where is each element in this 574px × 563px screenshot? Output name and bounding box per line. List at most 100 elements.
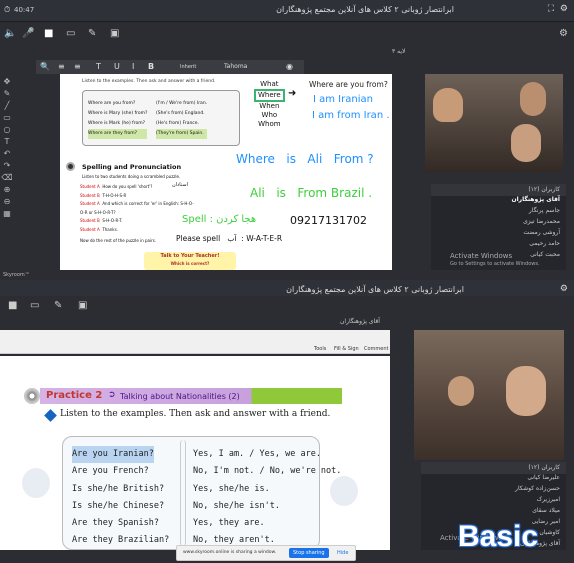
faces-left xyxy=(22,468,50,498)
fill-sign-tab[interactable]: Fill & Sign xyxy=(334,346,359,352)
redo-icon[interactable]: ↷ xyxy=(0,160,14,172)
q-row: Where are you from? xyxy=(88,101,136,106)
grid-icon[interactable]: ▦ xyxy=(0,208,14,220)
top-title-bar: ⏱ 40:47 ابرانتصار ژوبانی ۲ کلاس های آنلا… xyxy=(0,0,574,22)
pencil-icon[interactable]: ✎ xyxy=(0,88,14,100)
user-item[interactable]: جاسم پرنگار xyxy=(431,207,566,218)
user-item[interactable]: حسن‌زاده کوشکار xyxy=(421,485,566,496)
user-item[interactable]: آقای پژوهنگاران xyxy=(431,196,566,207)
spell-farsi: هجا کردن : Spell xyxy=(182,214,257,225)
pdf-toolbar: Tools Fill & Sign Comment xyxy=(0,330,390,354)
a-row: (He's from) France. xyxy=(156,121,199,126)
zoom-out-icon[interactable]: ⊖ xyxy=(0,196,14,208)
basic-logo: Basic xyxy=(458,520,539,553)
move-icon[interactable]: ✥ xyxy=(0,76,14,88)
camera-icon[interactable]: ■ xyxy=(44,28,53,39)
question-row: Are they Spanish? xyxy=(72,518,159,529)
wh-list: What Where When Who Whom xyxy=(254,80,285,129)
user-list-header: کاربران (۱۲) xyxy=(431,184,566,196)
palette-icon[interactable]: ◉ xyxy=(286,62,293,71)
text-icon[interactable]: T xyxy=(0,136,14,148)
eraser-icon[interactable]: ⌫ xyxy=(0,172,14,184)
practice-title: Talking about Nationalities (2) xyxy=(120,392,240,401)
share-message: www.skyroom.online is sharing a window. xyxy=(183,550,277,555)
circle-icon[interactable]: ○ xyxy=(0,124,14,136)
layer-label: لایه ۳ xyxy=(392,48,406,55)
hide-button[interactable]: Hide xyxy=(337,550,348,556)
answer-row: Yes, she/he is. xyxy=(193,483,270,494)
a-row: (I'm / We're from) Iran. xyxy=(156,101,208,106)
zoom-in-icon[interactable]: ⊕ xyxy=(0,184,14,196)
board-icon[interactable]: ▣ xyxy=(78,300,87,311)
stop-sharing-button[interactable]: Stop sharing xyxy=(289,548,329,558)
student-avatar xyxy=(506,366,546,416)
listen-instruction: Listen to the examples. Then ask and ans… xyxy=(60,409,331,419)
where-sentence: Where is Ali From ? xyxy=(236,152,374,166)
pen-icon[interactable]: ✎ xyxy=(88,28,96,39)
answer-row: Yes, I am. / Yes, we are. xyxy=(193,449,321,459)
top-toolbar: 🔈 🎤 ■ ▭ ✎ ▣ ⚙ xyxy=(0,24,574,44)
settings-icon[interactable]: ⚙ xyxy=(560,284,568,294)
line-icon[interactable]: ╱ xyxy=(0,100,14,112)
user-item[interactable]: میلاد سقای xyxy=(421,507,566,518)
question-row: Are you Iranian? xyxy=(72,446,154,464)
cd-icon xyxy=(66,162,75,171)
a-col: (I'm / We're from) Iran. (She's from) En… xyxy=(156,99,208,139)
answer-2: I am from Iran . xyxy=(312,110,390,121)
answer-row: No, she/he isn't. xyxy=(193,500,280,511)
wh-who: Who xyxy=(261,111,278,119)
board-icon[interactable]: ▣ xyxy=(110,28,119,39)
q-row: Where is Mary (she) from? xyxy=(88,111,148,116)
wh-whom: Whom xyxy=(258,120,281,128)
slide-2: Practice 2 ➲ Talking about Nationalities… xyxy=(0,356,390,550)
underline-button[interactable]: U xyxy=(114,62,120,71)
align-left-icon[interactable]: ≡ xyxy=(58,62,65,71)
zoom-icon[interactable]: 🔍 xyxy=(40,62,50,71)
screen-icon[interactable]: ▭ xyxy=(66,28,75,39)
font-select[interactable]: Tahoma xyxy=(224,63,247,70)
window-title: ابرانتصار ژوبانی ۲ کلاس های آنلاین مجتمع… xyxy=(286,285,464,294)
italic-button[interactable]: I xyxy=(132,62,134,71)
camera-icon[interactable]: ■ xyxy=(8,300,17,311)
user-item[interactable]: علیرضا کیانی xyxy=(421,474,566,485)
user-item[interactable]: محمدرضا تیزی xyxy=(431,218,566,229)
format-bar: 🔍 ≡ ≡ T U I B Inherit Tahoma ◉ xyxy=(36,60,304,74)
rect-icon[interactable]: ▭ xyxy=(0,112,14,124)
bold-button[interactable]: B xyxy=(148,62,154,71)
speaker-icon[interactable]: 🔈 xyxy=(4,28,16,39)
answer-sentence: Ali is From Brazil . xyxy=(250,186,372,200)
pen-icon[interactable]: ✎ xyxy=(54,300,62,311)
dialog-divider xyxy=(180,440,186,546)
word-ali: Ali xyxy=(250,186,265,200)
comment-tab[interactable]: Comment xyxy=(364,346,389,352)
question-row: Are you French? xyxy=(72,466,149,477)
students-dialog: Student A How do you spell 'short'? Stud… xyxy=(80,183,198,234)
text-t[interactable]: T xyxy=(96,62,101,71)
settings-icon[interactable]: ⚙ xyxy=(560,4,568,14)
user-item[interactable]: آروشی رمضت xyxy=(431,229,566,240)
mic-icon[interactable]: 🎤 xyxy=(22,28,34,39)
answer-row: No, I'm not. / No, we're not. xyxy=(193,466,342,477)
q-col: Where are you from? Where is Mary (she) … xyxy=(88,99,148,139)
user-item[interactable]: امیرزیرک xyxy=(421,496,566,507)
phone-number: 09217131702 xyxy=(290,214,367,227)
slide-1: Listen to the examples. Then ask and ans… xyxy=(60,74,392,270)
user-item[interactable]: حامد رحیمی xyxy=(431,240,566,251)
font-size-select[interactable]: Inherit xyxy=(180,64,196,70)
word-is: is xyxy=(276,186,286,200)
wh-when: When xyxy=(259,102,280,110)
question-row: Are they Brazilian? xyxy=(72,535,170,546)
word-from: From ? xyxy=(333,152,374,166)
q-row: Where is Mark (he) from? xyxy=(88,121,145,126)
undo-icon[interactable]: ↶ xyxy=(0,148,14,160)
student-avatar xyxy=(520,82,546,116)
settings-icon[interactable]: ⚙ xyxy=(559,28,568,39)
skyroom-label: Skyroom™ xyxy=(3,272,30,278)
spelling-sub: Listen to two students doing a scrambled… xyxy=(82,174,181,179)
video-students xyxy=(414,330,564,460)
tools-tab[interactable]: Tools xyxy=(314,346,326,352)
align-center-icon[interactable]: ≡ xyxy=(74,62,81,71)
answer-col: Yes, I am. / Yes, we are. No, I'm not. /… xyxy=(193,446,341,550)
screen-icon[interactable]: ▭ xyxy=(30,300,39,311)
fullscreen-icon[interactable]: ⛶ xyxy=(548,4,554,14)
